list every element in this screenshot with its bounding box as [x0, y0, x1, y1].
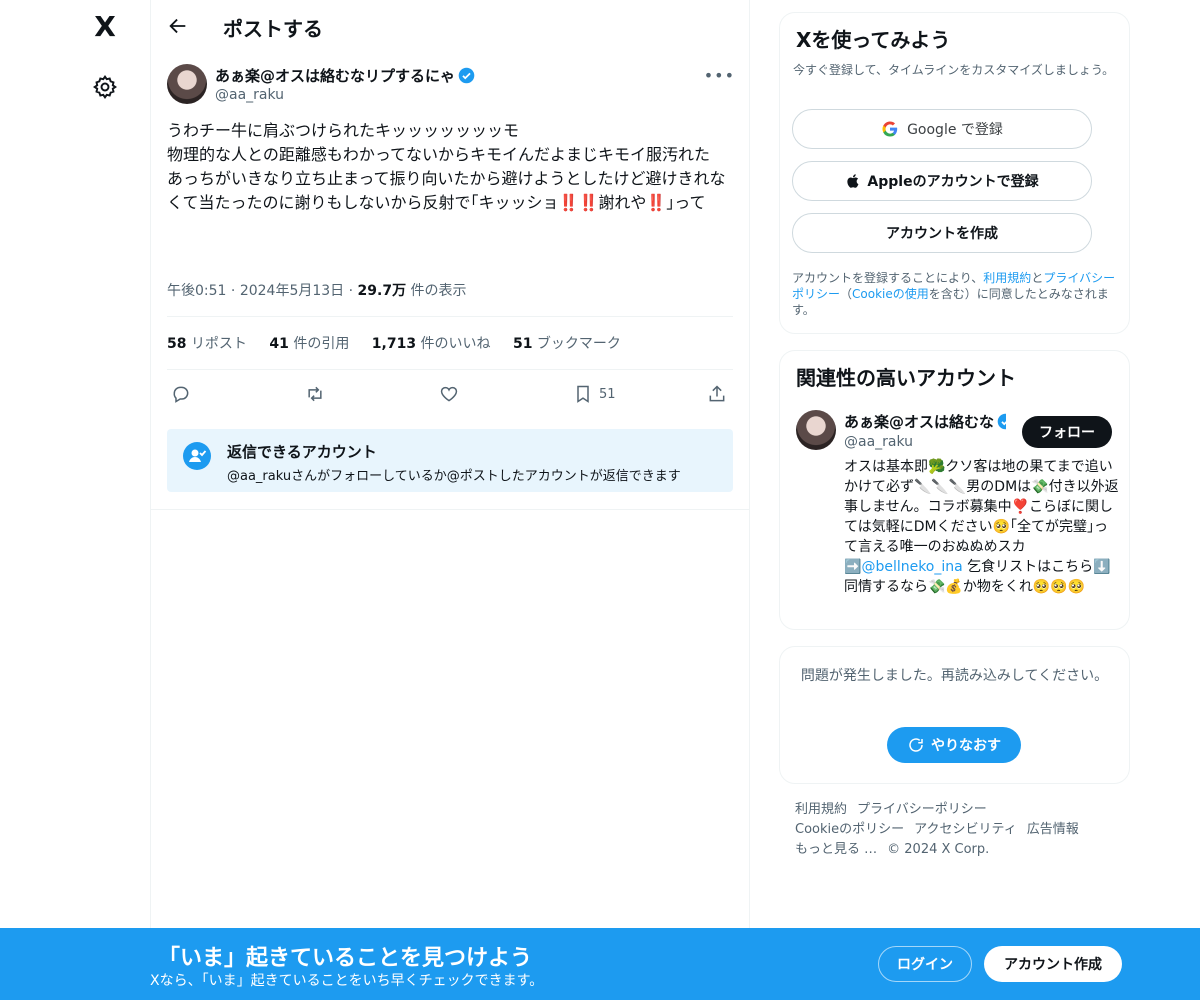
tweet-text: うわチー牛に肩ぶつけられたキッッッッッッッモ 物理的な人との距離感もわかってない…: [167, 121, 726, 212]
tweet-time[interactable]: 午後0:51: [167, 283, 226, 299]
tweet-author: あぁ楽@オスは絡むなリプするにゃ @aa_raku •••: [167, 64, 735, 108]
footer-links: 利用規約 プライバシーポリシー Cookieのポリシー アクセシビリティ 広告情報 も…: [795, 800, 1125, 860]
apple-signup-label: Appleのアカウントで登録: [867, 174, 1039, 190]
related-bio: オスは基本即🥦クソ客は地の果てまで追いかけて必ず🔪🔪🔪男のDMは💸付き以外返事し…: [844, 457, 1120, 597]
tweet-meta: 午後0:51 · 2024年5月13日 · 29.7万 件の表示: [167, 283, 467, 299]
bio-text-1: オスは基本即🥦クソ客は地の果てまで追いかけて必ず🔪🔪🔪男のDMは💸付き以外返事し…: [844, 459, 1119, 575]
author-avatar[interactable]: [167, 64, 207, 104]
like-count: 1,713: [371, 336, 417, 352]
reply-button[interactable]: [171, 380, 191, 408]
error-message: 問題が発生しました。再読み込みしてください。: [800, 668, 1109, 684]
related-accounts-card: 関連性の高いアカウント あぁ楽@オスは絡むな @aa_raku フォロー オスは…: [779, 350, 1130, 630]
quote-stat[interactable]: 41 件の引用: [269, 336, 349, 352]
like-stat[interactable]: 1,713 件のいいね: [372, 336, 491, 352]
apple-logo-icon: [847, 174, 859, 188]
signup-card-subtitle: 今すぐ登録して、タイムラインをカスタマイズしましょう。: [793, 63, 1115, 77]
footer-terms-link[interactable]: 利用規約: [795, 802, 847, 817]
related-handle[interactable]: @aa_raku: [844, 434, 913, 450]
repost-icon: [308, 386, 322, 402]
page-header: ポストする: [151, 0, 749, 53]
terms-link[interactable]: 利用規約: [983, 271, 1031, 285]
bookmark-icon: [577, 385, 589, 403]
like-label: 件のいいね: [420, 336, 491, 352]
back-arrow-icon[interactable]: [167, 15, 189, 37]
terms-and: と: [1031, 271, 1044, 285]
share-icon: [709, 385, 725, 402]
bookmark-stat[interactable]: 51 ブックマーク: [513, 336, 621, 352]
quote-count: 41: [269, 336, 289, 352]
more-options-icon[interactable]: •••: [704, 66, 735, 85]
cookie-link[interactable]: Cookieの使用: [852, 287, 929, 301]
author-name[interactable]: あぁ楽@オスは絡むなリプするにゃ: [215, 65, 475, 86]
bookmark-label: ブックマーク: [536, 336, 621, 352]
divider: [151, 509, 749, 510]
settings-gear-icon[interactable]: [92, 74, 118, 100]
bio-mention-link[interactable]: @bellneko_ina: [861, 559, 962, 575]
google-signup-label: Google で登録: [907, 122, 1003, 138]
reply-restriction-notice: 返信できるアカウント @aa_rakuさんがフォローしているか@ポストしたアカウ…: [167, 429, 733, 492]
terms-prefix: アカウントを登録することにより、: [792, 271, 984, 285]
author-name-text[interactable]: あぁ楽@オスは絡むなリプするにゃ: [215, 67, 455, 85]
tweet-actions: 51: [167, 380, 735, 408]
related-avatar[interactable]: [796, 410, 836, 450]
related-name[interactable]: あぁ楽@オスは絡むな: [844, 411, 1006, 432]
signup-card: Xを使ってみよう 今すぐ登録して、タイムラインをカスタマイズしましょう。 Goo…: [779, 12, 1130, 334]
bottom-bar-subtitle: Xなら、「いま」起きていることをいち早くチェックできます。: [150, 973, 544, 989]
related-name-text[interactable]: あぁ楽@オスは絡むな: [844, 413, 994, 431]
main-column: ポストする あぁ楽@オスは絡むなリプするにゃ @aa_raku ••• うわチー…: [150, 0, 750, 1000]
bookmark-action-count: 51: [599, 386, 616, 402]
repost-label: リポスト: [190, 336, 247, 352]
divider: [167, 369, 733, 370]
related-accounts-title: 関連性の高いアカウント: [796, 366, 1016, 390]
bottom-bar-title: 「いま」起きていることを見つけよう: [158, 946, 533, 971]
user-check-icon: [183, 442, 211, 470]
bottom-signup-bar: 「いま」起きていることを見つけよう Xなら、「いま」起きていることをいち早くチェ…: [0, 928, 1200, 1000]
refresh-icon: [909, 738, 923, 752]
view-label: 件の表示: [410, 283, 467, 299]
footer-cookie-link[interactable]: Cookieのポリシー: [795, 822, 904, 837]
footer-more-link[interactable]: もっと見る …: [795, 842, 877, 857]
google-logo-icon: [882, 121, 898, 137]
share-button[interactable]: [707, 380, 727, 408]
x-logo-icon[interactable]: X: [90, 12, 120, 42]
google-signup-button[interactable]: Google で登録: [792, 109, 1092, 149]
view-count: 29.7万: [357, 283, 407, 299]
reply-icon: [173, 386, 189, 403]
retry-label: やりなおす: [931, 738, 1001, 754]
login-button[interactable]: ログイン: [878, 946, 972, 982]
error-card: 問題が発生しました。再読み込みしてください。 やりなおす: [779, 646, 1130, 784]
repost-button[interactable]: [305, 380, 325, 408]
tweet-stats: 58 リポスト 41 件の引用 1,713 件のいいね 51 ブックマーク: [167, 333, 639, 353]
divider: [167, 316, 733, 317]
footer-ads-link[interactable]: 広告情報: [1027, 822, 1079, 837]
like-button[interactable]: [439, 380, 459, 408]
signup-button[interactable]: アカウント作成: [984, 946, 1122, 982]
follow-button[interactable]: フォロー: [1022, 416, 1112, 448]
verified-badge-icon: [458, 67, 475, 84]
heart-icon: [440, 386, 458, 402]
footer-privacy-link[interactable]: プライバシーポリシー: [857, 802, 987, 817]
tweet-date[interactable]: 2024年5月13日: [240, 283, 344, 299]
bookmark-count: 51: [512, 336, 533, 352]
repost-stat[interactable]: 58 リポスト: [167, 336, 247, 352]
reply-restriction-description: @aa_rakuさんがフォローしているか@ポストしたアカウントが返信できます: [227, 469, 681, 484]
apple-signup-button[interactable]: Appleのアカウントで登録: [792, 161, 1092, 201]
author-handle[interactable]: @aa_raku: [215, 87, 284, 103]
cookie-open: （: [840, 287, 853, 301]
signup-card-title: Xを使ってみよう: [796, 28, 951, 52]
create-account-button[interactable]: アカウントを作成: [792, 213, 1092, 253]
retry-button[interactable]: やりなおす: [887, 727, 1021, 763]
signup-terms: アカウントを登録することにより、利用規約とプライバシーポリシー（Cookieの使…: [792, 270, 1117, 318]
quote-label: 件の引用: [293, 336, 350, 352]
footer-accessibility-link[interactable]: アクセシビリティ: [914, 822, 1017, 837]
footer-copyright: © 2024 X Corp.: [887, 842, 990, 857]
left-navigation: X: [0, 0, 150, 1000]
reply-restriction-title: 返信できるアカウント: [227, 443, 377, 461]
page-title: ポストする: [223, 17, 323, 41]
bookmark-button[interactable]: 51: [573, 380, 616, 408]
verified-badge-icon: [997, 413, 1006, 430]
repost-count: 58: [167, 336, 187, 352]
